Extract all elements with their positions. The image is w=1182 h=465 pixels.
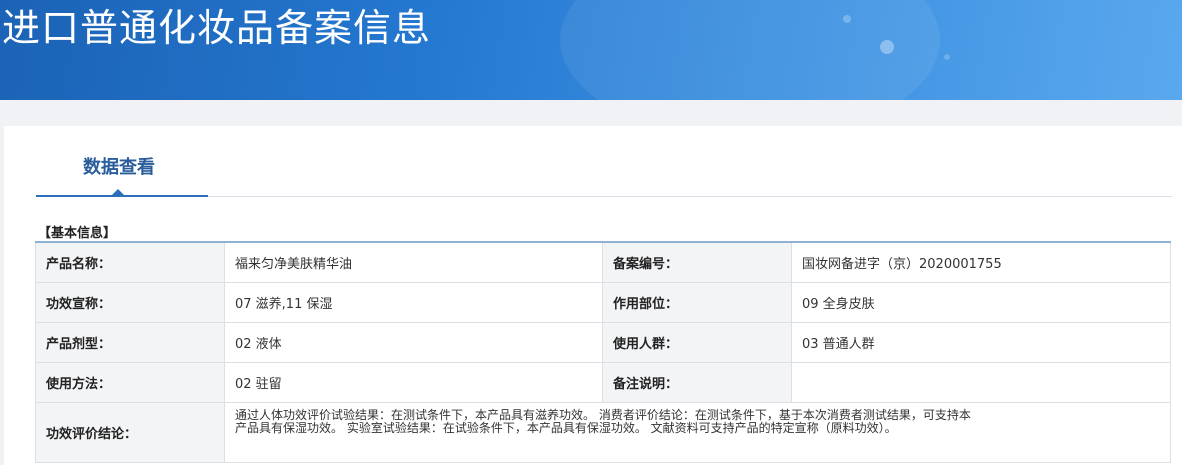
efficacy-conclusion-value: 通过人体功效评价试验结果：在测试条件下，本产品具有滋养功效。 消费者评价结论：在… xyxy=(235,407,971,435)
header-banner: 进口普通化妆品备案信息 xyxy=(0,0,1182,100)
tab-data-view[interactable]: 数据查看 xyxy=(36,126,208,197)
content-panel: 数据查看 【基本信息】 产品名称： 福来匀净美肤精华油 备案编号： 国妆网备进字… xyxy=(4,126,1182,465)
usage-method-value: 02 驻留 xyxy=(224,361,603,403)
target-group-value: 03 普通人群 xyxy=(791,321,1171,363)
tab-bar: 数据查看 xyxy=(36,126,1172,197)
table-row: 功效宣称： 07 滋养,11 保湿 作用部位： 09 全身皮肤 xyxy=(35,281,1171,323)
table-row: 产品名称： 福来匀净美肤精华油 备案编号： 国妆网备进字（京）202000175… xyxy=(35,241,1171,283)
table-row: 使用方法： 02 驻留 备注说明： xyxy=(35,361,1171,403)
record-no-value: 国妆网备进字（京）2020001755 xyxy=(791,241,1171,283)
tab-data-view-label: 数据查看 xyxy=(83,157,155,178)
efficacy-conclusion-cell: 通过人体功效评价试验结果：在测试条件下，本产品具有滋养功效。 消费者评价结论：在… xyxy=(224,401,1171,463)
product-name-value: 福来匀净美肤精华油 xyxy=(224,241,603,283)
application-area-value: 09 全身皮肤 xyxy=(791,281,1171,323)
application-area-label: 作用部位： xyxy=(602,281,792,323)
efficacy-claim-value: 07 滋养,11 保湿 xyxy=(224,281,603,323)
basic-info-table: 产品名称： 福来匀净美肤精华油 备案编号： 国妆网备进字（京）202000175… xyxy=(35,241,1171,463)
section-title-basic-info: 【基本信息】 xyxy=(38,226,117,241)
tab-active-caret-icon xyxy=(112,189,124,195)
usage-method-label: 使用方法： xyxy=(35,361,225,403)
efficacy-conclusion-label: 功效评价结论： xyxy=(35,401,225,463)
dosage-form-label: 产品剂型： xyxy=(35,321,225,363)
page-title: 进口普通化妆品备案信息 xyxy=(2,6,432,50)
table-row: 产品剂型： 02 液体 使用人群： 03 普通人群 xyxy=(35,321,1171,363)
product-name-label: 产品名称： xyxy=(35,241,225,283)
table-row: 功效评价结论： 通过人体功效评价试验结果：在测试条件下，本产品具有滋养功效。 消… xyxy=(35,401,1171,463)
remarks-value xyxy=(791,361,1171,403)
record-no-label: 备案编号： xyxy=(602,241,792,283)
remarks-label: 备注说明： xyxy=(602,361,792,403)
dosage-form-value: 02 液体 xyxy=(224,321,603,363)
target-group-label: 使用人群： xyxy=(602,321,792,363)
efficacy-claim-label: 功效宣称： xyxy=(35,281,225,323)
